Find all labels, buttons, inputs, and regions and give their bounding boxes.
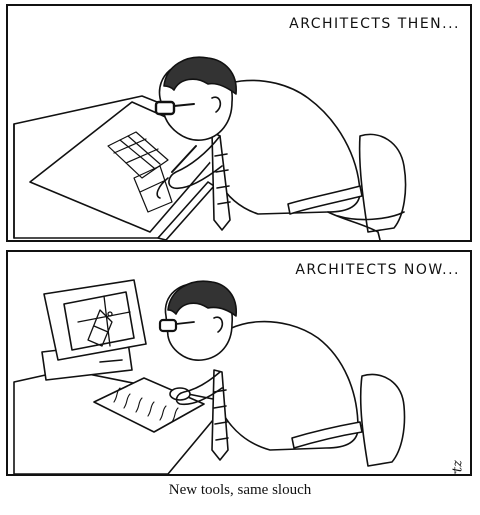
now-drawing bbox=[8, 252, 470, 474]
then-drawing bbox=[8, 6, 470, 240]
comic-panel-now: ARCHITECTS NOW... bbox=[6, 250, 472, 476]
desk bbox=[14, 370, 228, 474]
artist-signature: Schwartz bbox=[451, 460, 466, 474]
comic-panel-then: ARCHITECTS THEN... bbox=[6, 4, 472, 242]
comic-caption: New tools, same slouch bbox=[168, 482, 312, 498]
chair bbox=[361, 374, 405, 466]
computer bbox=[42, 280, 146, 380]
